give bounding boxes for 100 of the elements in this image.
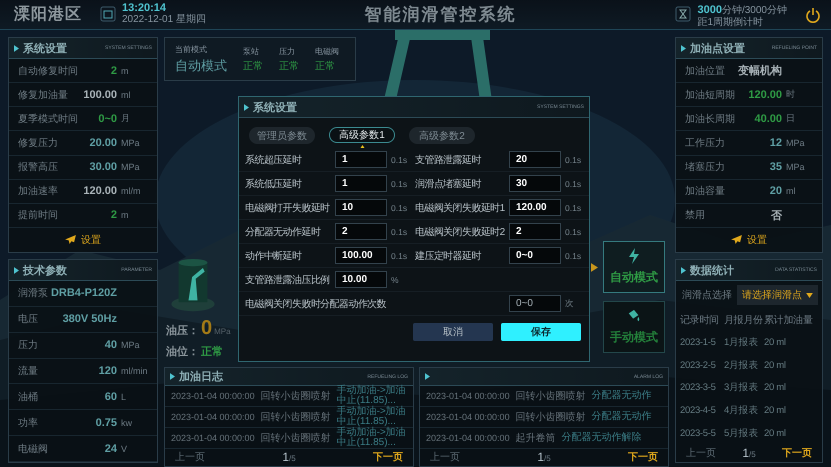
- cancel-button[interactable]: 取消: [413, 323, 493, 341]
- page-number: 1: [742, 446, 749, 460]
- field-label: 支管路泄露油压比例: [245, 274, 331, 286]
- setting-label: 修复压力: [18, 136, 58, 150]
- hourglass-icon: [675, 6, 692, 22]
- log-message: 分配器无动作解除: [562, 433, 642, 443]
- settings-button[interactable]: 设置: [61, 232, 105, 248]
- input-field[interactable]: 2: [509, 223, 561, 240]
- log-time: 2023-01-04 00:00:00: [171, 412, 255, 422]
- power-icon[interactable]: [805, 6, 821, 22]
- parameter-unit: kw: [120, 418, 133, 428]
- input-field[interactable]: 0~0: [509, 247, 561, 264]
- setting-value: 120.00: [748, 88, 782, 101]
- setting-unit: ml/m: [120, 186, 142, 196]
- input-field[interactable]: 100.00: [335, 247, 387, 264]
- log-location: 起升卷筒: [516, 432, 556, 445]
- next-page-link[interactable]: 下一页: [372, 450, 403, 464]
- setting-value: 20: [770, 185, 782, 198]
- table-cell-text: 2023-1-5: [680, 336, 717, 348]
- setting-value: 0~0: [98, 112, 117, 125]
- log-location: 回转小齿圈喷射: [260, 390, 331, 403]
- field-label: 电磁阀关闭失败延时1: [415, 202, 505, 214]
- triangle-icon: [14, 44, 19, 52]
- save-button[interactable]: 保存: [501, 323, 581, 341]
- input-field[interactable]: 10.00: [335, 271, 387, 288]
- parameter-unit: L: [120, 392, 128, 402]
- setting-label: 夏季模式时间: [18, 112, 78, 126]
- bucket-icon: [627, 308, 641, 324]
- clock-time: 13:20:14: [122, 3, 168, 15]
- parameter-unit: V: [120, 444, 128, 454]
- parameter-label: 油桶: [18, 390, 38, 404]
- parameter-value: 40: [104, 339, 117, 352]
- countdown-total: /3000分钟: [742, 4, 787, 16]
- setting-value: 35: [770, 161, 782, 174]
- column-header: 记录时间: [680, 314, 720, 327]
- setting-label: 加油长周期: [685, 112, 735, 126]
- input-field[interactable]: 30: [509, 175, 561, 192]
- table-cell-text: 20 ml: [764, 336, 787, 348]
- settings-button[interactable]: 设置: [727, 232, 771, 248]
- field-unit: 0.1s: [391, 250, 408, 260]
- field-unit: 0.1s: [565, 154, 582, 164]
- setting-value: 30.00: [89, 161, 117, 174]
- point-dropdown[interactable]: 请选择润滑点: [737, 285, 818, 305]
- log-time: 2023-01-04 00:00:00: [171, 391, 255, 401]
- triangle-icon: [681, 44, 686, 52]
- gauge-label: 油位：: [166, 344, 199, 359]
- caret-icon: [806, 292, 813, 298]
- prev-page-link[interactable]: 上一页: [686, 446, 716, 460]
- setting-unit: 时: [785, 88, 796, 102]
- field-label: 建压定时器延时: [415, 250, 482, 262]
- table-cell-text: 20 ml: [764, 382, 787, 394]
- select-label: 润滑点选择: [682, 288, 732, 302]
- countdown-unit: 分钟: [722, 4, 742, 16]
- next-page-link[interactable]: 下一页: [628, 450, 658, 464]
- tab[interactable]: 高级参数1: [329, 127, 395, 143]
- input-field[interactable]: 0~0: [509, 295, 561, 312]
- parameter-label: 流量: [18, 364, 38, 378]
- input-field[interactable]: 1: [335, 175, 387, 192]
- page-total: /5: [289, 454, 296, 463]
- clock-date: 2022-12-01 星期四: [122, 15, 206, 26]
- input-field[interactable]: 20: [509, 151, 561, 168]
- setting-label: 禁用: [685, 208, 705, 222]
- input-field[interactable]: 2: [335, 223, 387, 240]
- setting-label: 自动修复时间: [18, 64, 78, 78]
- page-total: /5: [544, 454, 551, 463]
- parameter-unit: MPa: [120, 340, 141, 350]
- status-label: 压力: [279, 46, 296, 56]
- setting-value: 20.00: [89, 136, 117, 149]
- input-field[interactable]: 10: [335, 199, 387, 216]
- lightning-icon: [627, 248, 641, 264]
- parameter-label: 功率: [18, 416, 38, 430]
- table-cell-text: 2023-4-5: [680, 405, 717, 416]
- parameter-label: 润滑泵: [18, 286, 48, 300]
- gauge-label: 油压：: [166, 324, 199, 338]
- panel-title: 加油日志: [179, 370, 223, 384]
- parameter-value: 120: [98, 365, 117, 377]
- parameter-value: DRB4-P120Z: [50, 287, 117, 300]
- field-unit: 0.1s: [391, 202, 408, 212]
- mode-button[interactable]: 自动模式: [603, 241, 665, 293]
- prev-page-link[interactable]: 上一页: [430, 450, 460, 464]
- mode-button[interactable]: 手动模式: [603, 301, 665, 353]
- field-label: 电磁阀关闭失败延时2: [415, 226, 505, 238]
- setting-label: 提前时间: [18, 208, 58, 222]
- column-header: 累计加油量: [764, 314, 814, 327]
- tab[interactable]: 管理员参数: [249, 127, 315, 144]
- setting-value: 12: [770, 136, 782, 149]
- gauge-unit: MPa: [214, 327, 231, 336]
- prev-page-link[interactable]: 上一页: [175, 450, 205, 464]
- input-field[interactable]: 120.00: [509, 199, 561, 216]
- parameter-label: 压力: [18, 338, 38, 352]
- triangle-icon: [244, 104, 249, 110]
- log-message: 手动加油->加油中止(11.85)...: [336, 407, 407, 427]
- tab[interactable]: 高级参数2: [409, 127, 475, 144]
- field-label: 分配器无动作延时: [245, 226, 322, 238]
- table-cell-text: 3月报表: [724, 381, 760, 394]
- page-total: /5: [749, 450, 756, 459]
- log-location: 回转小齿圈喷射: [516, 410, 586, 424]
- input-field[interactable]: 1: [335, 151, 387, 168]
- next-page-link[interactable]: 下一页: [782, 446, 812, 460]
- setting-value: 2: [110, 64, 117, 77]
